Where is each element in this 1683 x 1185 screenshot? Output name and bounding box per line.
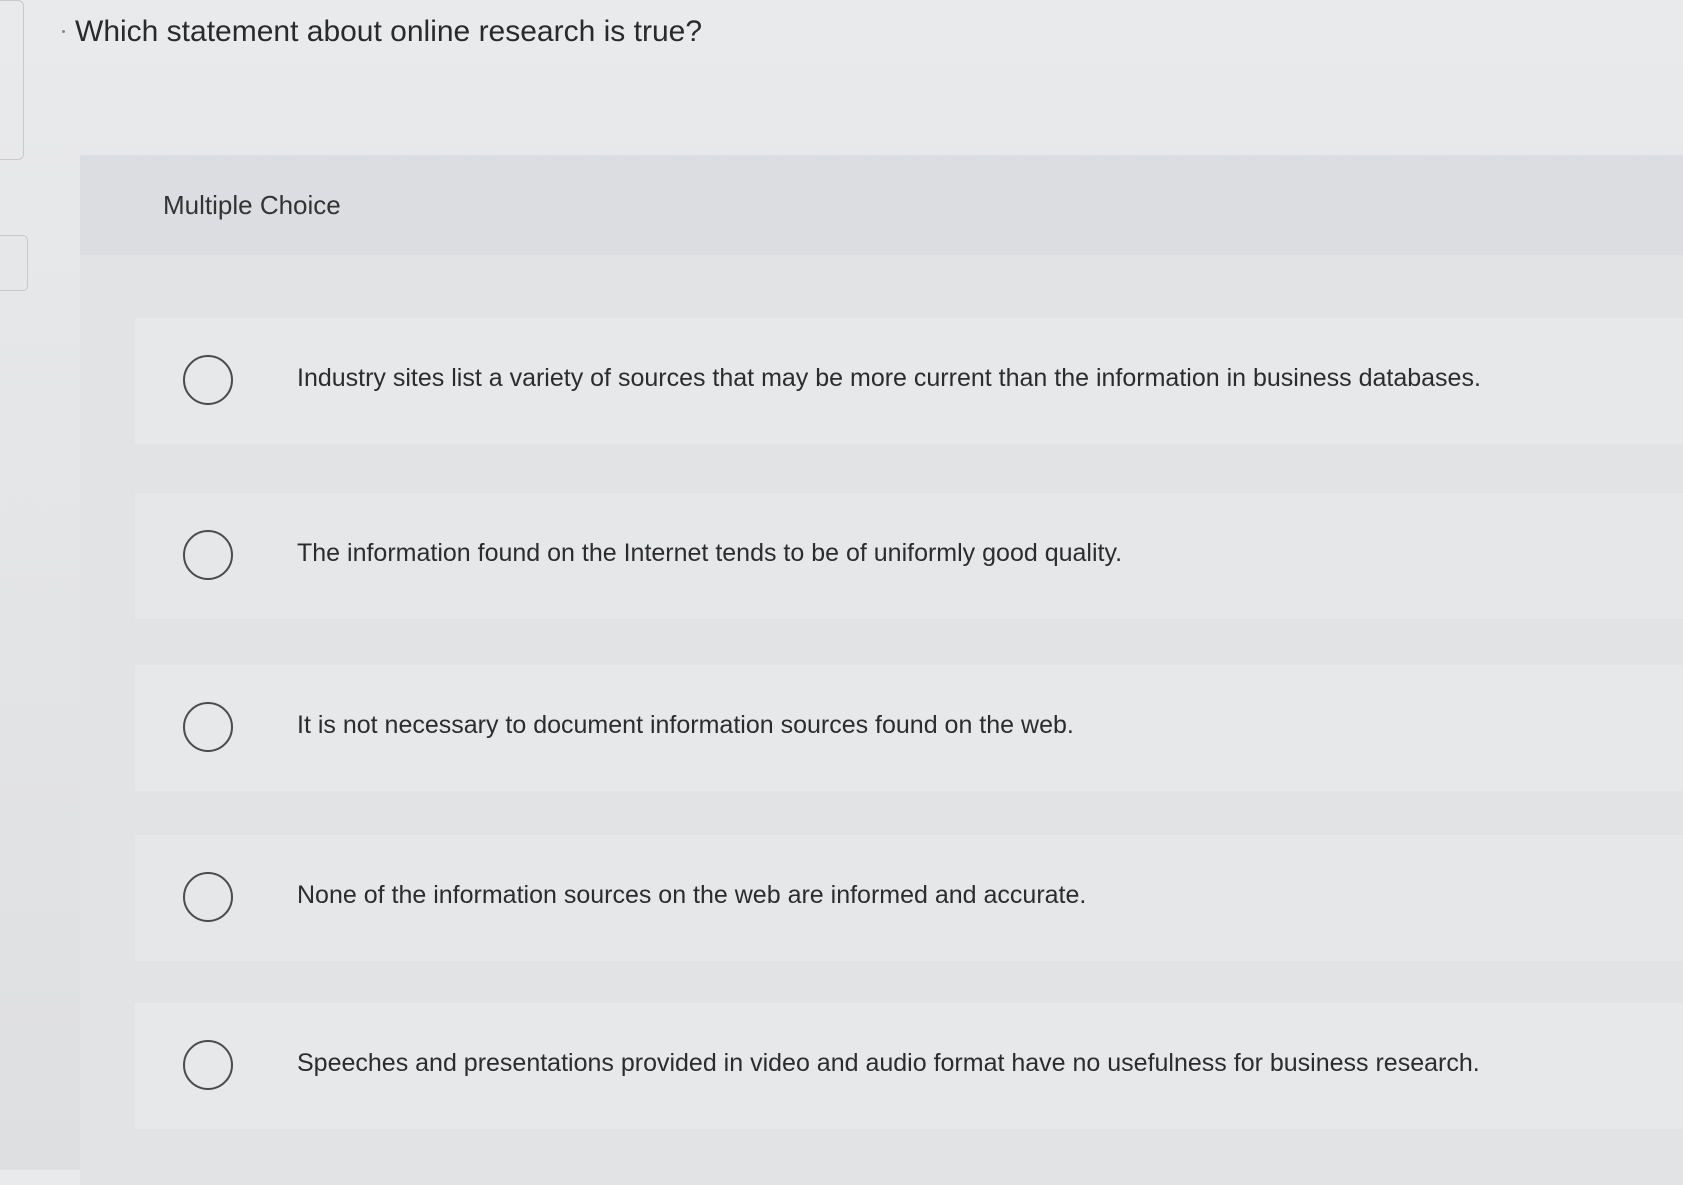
choice-option-3[interactable]: It is not necessary to document informat… xyxy=(135,665,1683,791)
question-type-header: Multiple Choice xyxy=(80,155,1683,255)
left-sidebar-tab[interactable] xyxy=(0,235,28,291)
choice-label[interactable]: Speeches and presentations provided in v… xyxy=(297,1049,1480,1078)
radio-button-icon[interactable] xyxy=(183,1040,233,1090)
question-prompt: Which statement about online research is… xyxy=(75,15,702,48)
choice-label[interactable]: None of the information sources on the w… xyxy=(297,881,1086,910)
question-type-label: Multiple Choice xyxy=(163,190,341,220)
radio-button-icon[interactable] xyxy=(183,355,233,405)
choice-label[interactable]: Industry sites list a variety of sources… xyxy=(297,364,1481,393)
radio-button-icon[interactable] xyxy=(183,702,233,752)
radio-button-icon[interactable] xyxy=(183,872,233,922)
choice-label[interactable]: It is not necessary to document informat… xyxy=(297,711,1074,740)
choice-option-5[interactable]: Speeches and presentations provided in v… xyxy=(135,1003,1683,1129)
choice-option-2[interactable]: The information found on the Internet te… xyxy=(135,493,1683,619)
choice-option-4[interactable]: None of the information sources on the w… xyxy=(135,835,1683,961)
choice-option-1[interactable]: Industry sites list a variety of sources… xyxy=(135,318,1683,444)
radio-button-icon[interactable] xyxy=(183,530,233,580)
left-sidebar-frame xyxy=(0,0,24,160)
question-bullet xyxy=(62,30,65,33)
choice-label[interactable]: The information found on the Internet te… xyxy=(297,539,1122,568)
